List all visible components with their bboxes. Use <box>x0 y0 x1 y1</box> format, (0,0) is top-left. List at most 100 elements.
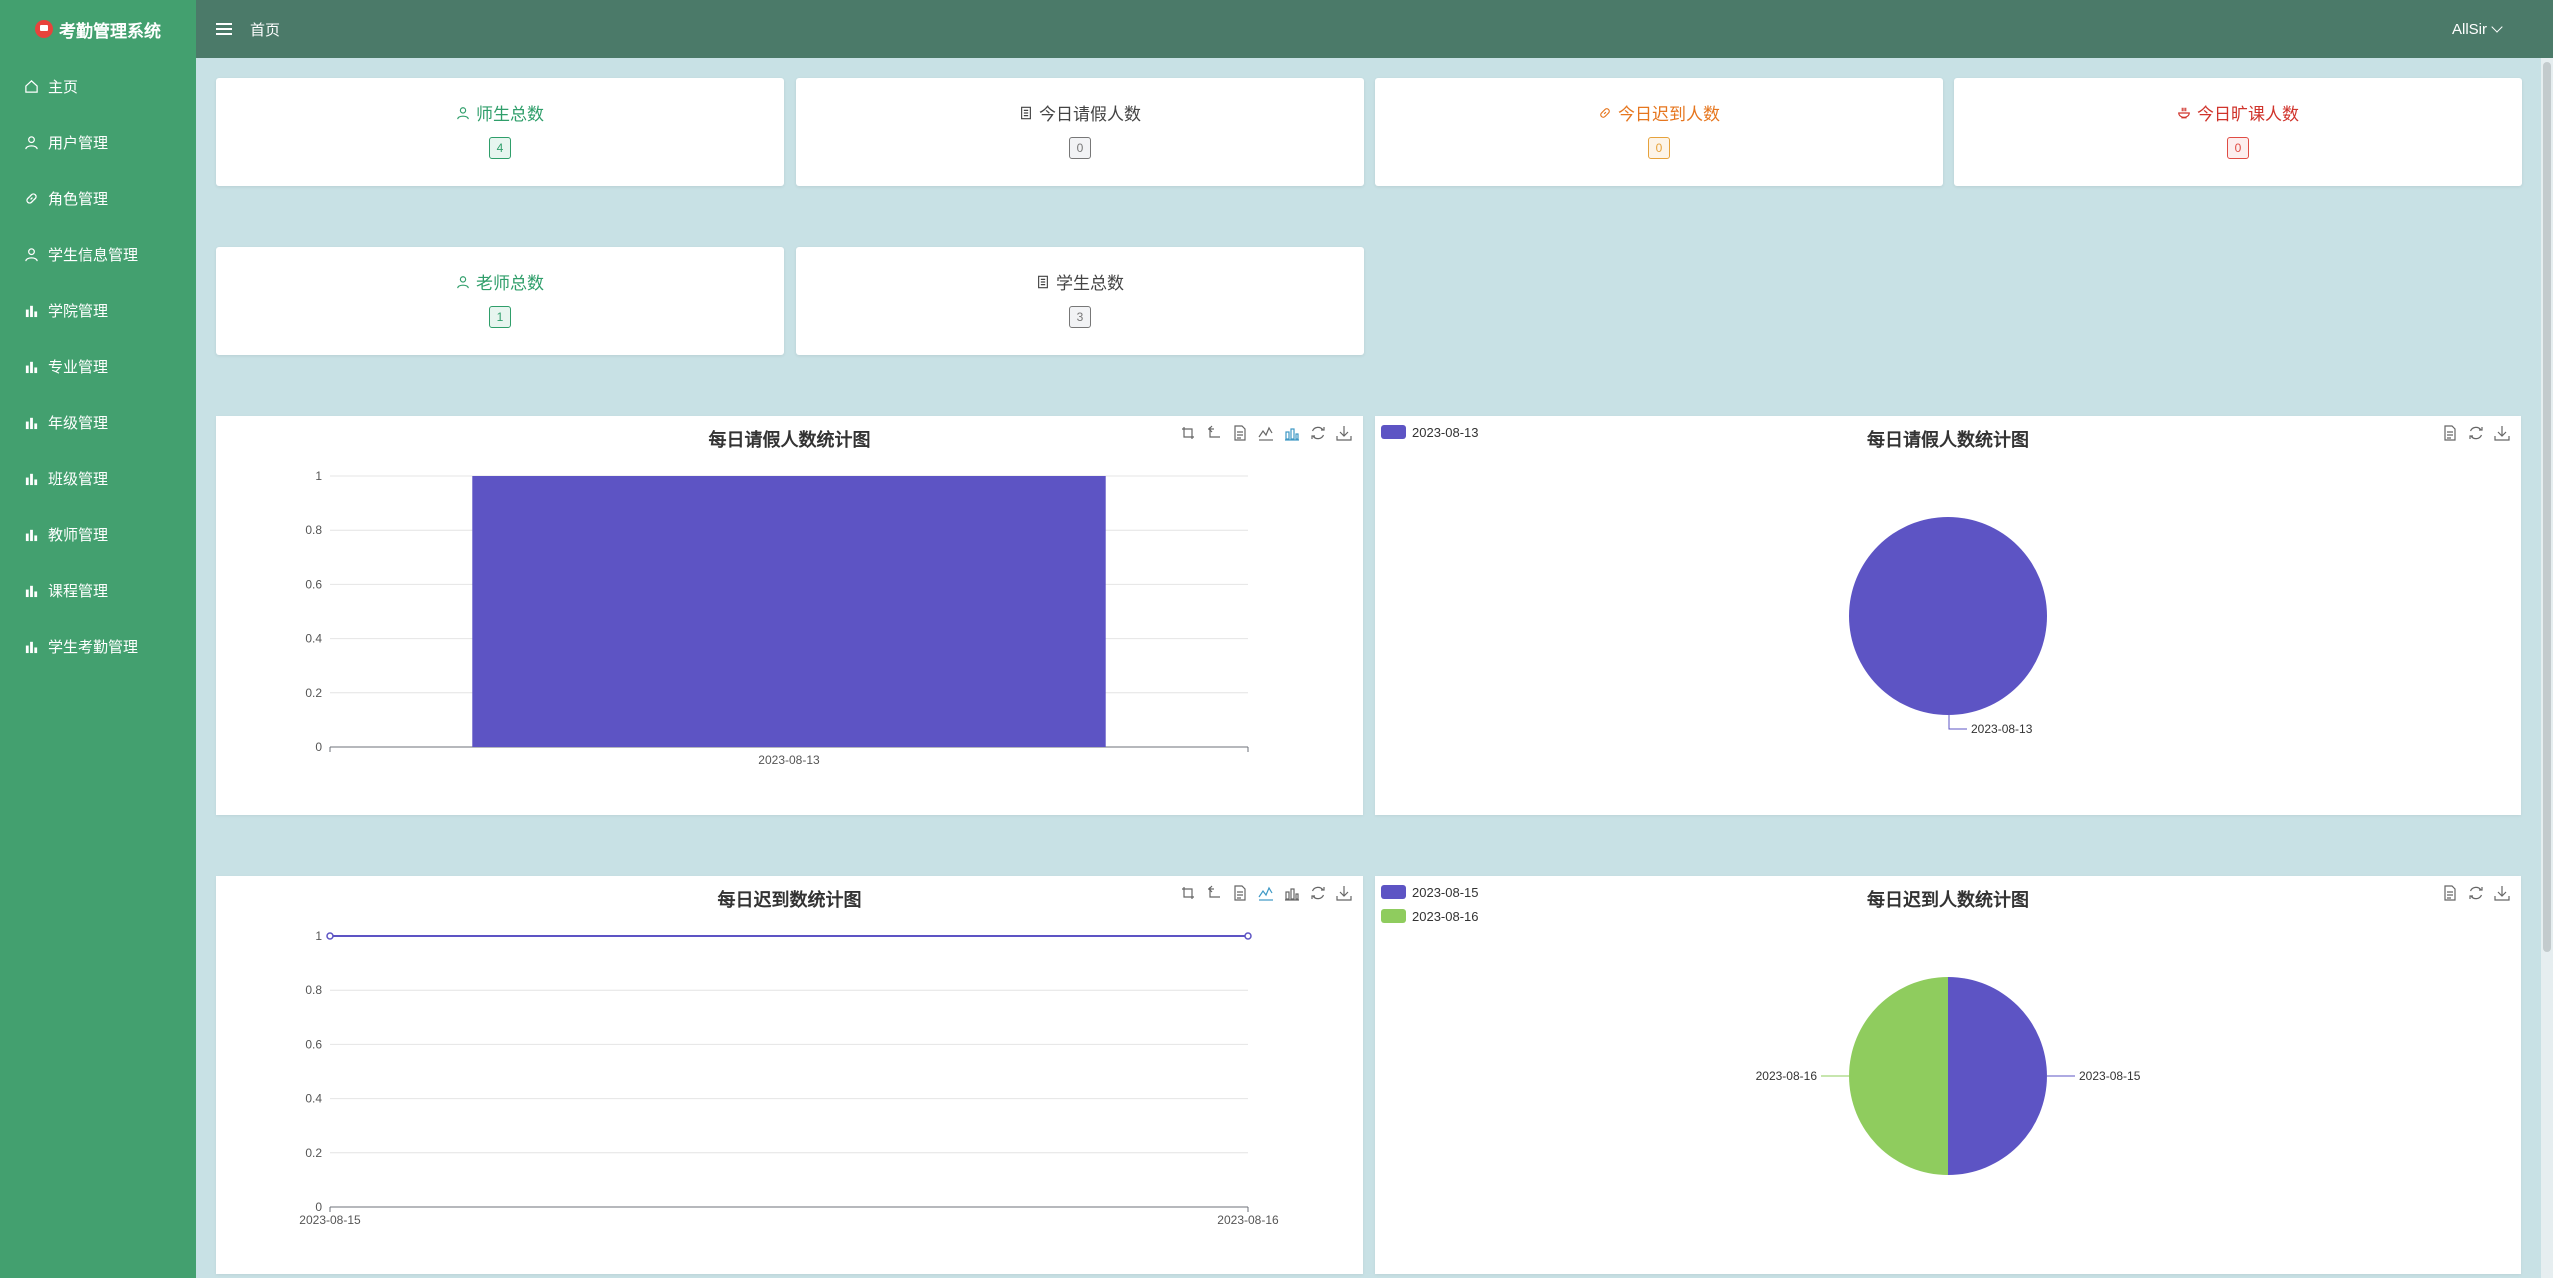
y-tick-label: 0.4 <box>305 632 322 646</box>
leave-bar-chart-panel: 每日请假人数统计图 0 0.2 0.4 0.6 0.8 1 2023-08-13 <box>216 416 1363 815</box>
pie-slice <box>1849 517 2047 715</box>
stat-label: 今日迟到人数 <box>1618 105 1720 124</box>
sidebar-item-label: 学生考勤管理 <box>48 638 139 656</box>
stat-label: 老师总数 <box>476 274 544 293</box>
sidebar-item[interactable]: 主页 <box>0 58 196 114</box>
sidebar: 考勤管理系统 主页用户管理角色管理学生信息管理 学院管理专业管理年级管理班级管理教… <box>0 0 196 1278</box>
stat-label: 今日请假人数 <box>1039 105 1141 124</box>
y-tick-label: 0 <box>315 740 322 754</box>
y-tick-label: 0.6 <box>305 577 322 591</box>
line-chart-plot: 0 0.2 0.4 0.6 0.8 1 2023-08-15 2023-08-16 <box>299 929 1279 1227</box>
sidebar-item-label: 学生信息管理 <box>48 246 139 264</box>
document-icon <box>1036 275 1050 289</box>
x-tick-label: 2023-08-16 <box>1217 1213 1279 1227</box>
y-tick-label: 1 <box>315 929 322 943</box>
document-icon <box>1019 106 1033 120</box>
bar-chart-icon <box>22 357 40 375</box>
data-point <box>326 932 334 940</box>
stat-value-badge: 0 <box>1648 137 1670 159</box>
app-logo: 考勤管理系统 <box>0 0 196 58</box>
logo-icon <box>35 20 53 38</box>
user-menu[interactable]: AllSir <box>2452 21 2503 38</box>
home-icon <box>22 77 40 95</box>
sidebar-item-label: 学院管理 <box>48 302 109 320</box>
sidebar-item-label: 专业管理 <box>48 358 109 376</box>
sidebar-item-label: 班级管理 <box>48 470 109 488</box>
stat-title: 师生总数 <box>216 100 784 125</box>
stat-card: 今日旷课人数 0 <box>1954 78 2522 186</box>
user-icon <box>22 133 40 151</box>
y-tick-label: 0.8 <box>305 523 322 537</box>
pie-slice <box>1948 977 2047 1175</box>
link-icon <box>1598 106 1612 120</box>
stat-value-badge: 3 <box>1069 306 1091 328</box>
stat-title: 今日迟到人数 <box>1375 100 1943 125</box>
stat-card: 老师总数 1 <box>216 247 784 355</box>
stat-label: 学生总数 <box>1056 274 1124 293</box>
user-icon <box>22 245 40 263</box>
sidebar-item[interactable]: 学院管理 <box>0 282 196 338</box>
stat-title: 今日请假人数 <box>796 100 1364 125</box>
sidebar-menu: 主页用户管理角色管理学生信息管理 学院管理专业管理年级管理班级管理教师管理课程管理… <box>0 58 196 674</box>
y-tick-label: 0.2 <box>305 686 322 700</box>
user-icon <box>456 275 470 289</box>
slice-label: 2023-08-13 <box>1971 722 2033 736</box>
stat-card: 今日请假人数 0 <box>796 78 1364 186</box>
stat-value-badge: 1 <box>489 306 511 328</box>
top-header: 首页 AllSir <box>196 0 2553 58</box>
bar-chart-icon <box>22 581 40 599</box>
bar-chart-plot: 0 0.2 0.4 0.6 0.8 1 2023-08-13 <box>305 469 1249 767</box>
label-line <box>1948 715 1967 730</box>
stat-card: 学生总数 3 <box>796 247 1364 355</box>
sidebar-item-label: 角色管理 <box>48 190 109 208</box>
sidebar-item[interactable]: 用户管理 <box>0 114 196 170</box>
scrollbar-thumb[interactable] <box>2543 62 2551 952</box>
y-tick-label: 0.6 <box>305 1037 322 1051</box>
y-tick-label: 0.4 <box>305 1092 322 1106</box>
sidebar-item[interactable]: 班级管理 <box>0 450 196 506</box>
sidebar-item[interactable]: 课程管理 <box>0 562 196 618</box>
stat-card: 师生总数 4 <box>216 78 784 186</box>
stat-label: 今日旷课人数 <box>2197 105 2299 124</box>
sidebar-item[interactable]: 学生考勤管理 <box>0 618 196 674</box>
pie-slice <box>1849 977 1948 1175</box>
page-scrollbar[interactable] <box>2541 58 2553 1278</box>
stat-label: 师生总数 <box>476 105 544 124</box>
bowl-icon <box>2177 106 2191 120</box>
x-tick-label: 2023-08-13 <box>758 753 820 767</box>
stat-card: 今日迟到人数 0 <box>1375 78 1943 186</box>
sidebar-item-label: 用户管理 <box>48 134 109 152</box>
bar-chart-icon <box>22 301 40 319</box>
sidebar-item-label: 年级管理 <box>48 414 109 432</box>
chevron-down-icon <box>2491 21 2503 33</box>
bar <box>472 476 1106 747</box>
leave-pie-chart-panel: 2023-08-13 每日请假人数统计图 2023-08-13 <box>1375 416 2521 815</box>
sidebar-item[interactable]: 年级管理 <box>0 394 196 450</box>
sidebar-item-label: 主页 <box>48 78 79 96</box>
y-tick-label: 0.2 <box>305 1146 322 1160</box>
stat-title: 今日旷课人数 <box>1954 100 2522 125</box>
sidebar-item[interactable]: 专业管理 <box>0 338 196 394</box>
late-pie-chart-panel: 2023-08-15 2023-08-16 每日迟到人数统计图 2023-08-1… <box>1375 876 2521 1274</box>
pie-chart-plot: 2023-08-13 <box>1849 517 2047 736</box>
bar-chart-icon <box>22 637 40 655</box>
sidebar-item[interactable]: 教师管理 <box>0 506 196 562</box>
stat-value-badge: 4 <box>489 137 511 159</box>
stat-title: 老师总数 <box>216 269 784 294</box>
sidebar-item-label: 教师管理 <box>48 526 109 544</box>
sidebar-item-label: 课程管理 <box>48 582 109 600</box>
breadcrumb[interactable]: 首页 <box>250 19 280 40</box>
late-line-chart-panel: 每日迟到数统计图 0 0.2 0.4 0.6 0.8 1 2023-08-15 2023-08… <box>216 876 1363 1274</box>
slice-label: 2023-08-15 <box>2079 1069 2141 1083</box>
sidebar-item[interactable]: 角色管理 <box>0 170 196 226</box>
sidebar-item[interactable]: 学生信息管理 <box>0 226 196 282</box>
bar-chart-icon <box>22 469 40 487</box>
bar-chart-icon <box>22 525 40 543</box>
slice-label: 2023-08-16 <box>1756 1069 1818 1083</box>
menu-toggle-icon[interactable] <box>216 21 232 37</box>
stat-title: 学生总数 <box>796 269 1364 294</box>
y-tick-label: 1 <box>315 469 322 483</box>
pie-chart-plot: 2023-08-15 2023-08-16 <box>1756 977 2141 1175</box>
data-point <box>1244 932 1252 940</box>
stat-value-badge: 0 <box>1069 137 1091 159</box>
